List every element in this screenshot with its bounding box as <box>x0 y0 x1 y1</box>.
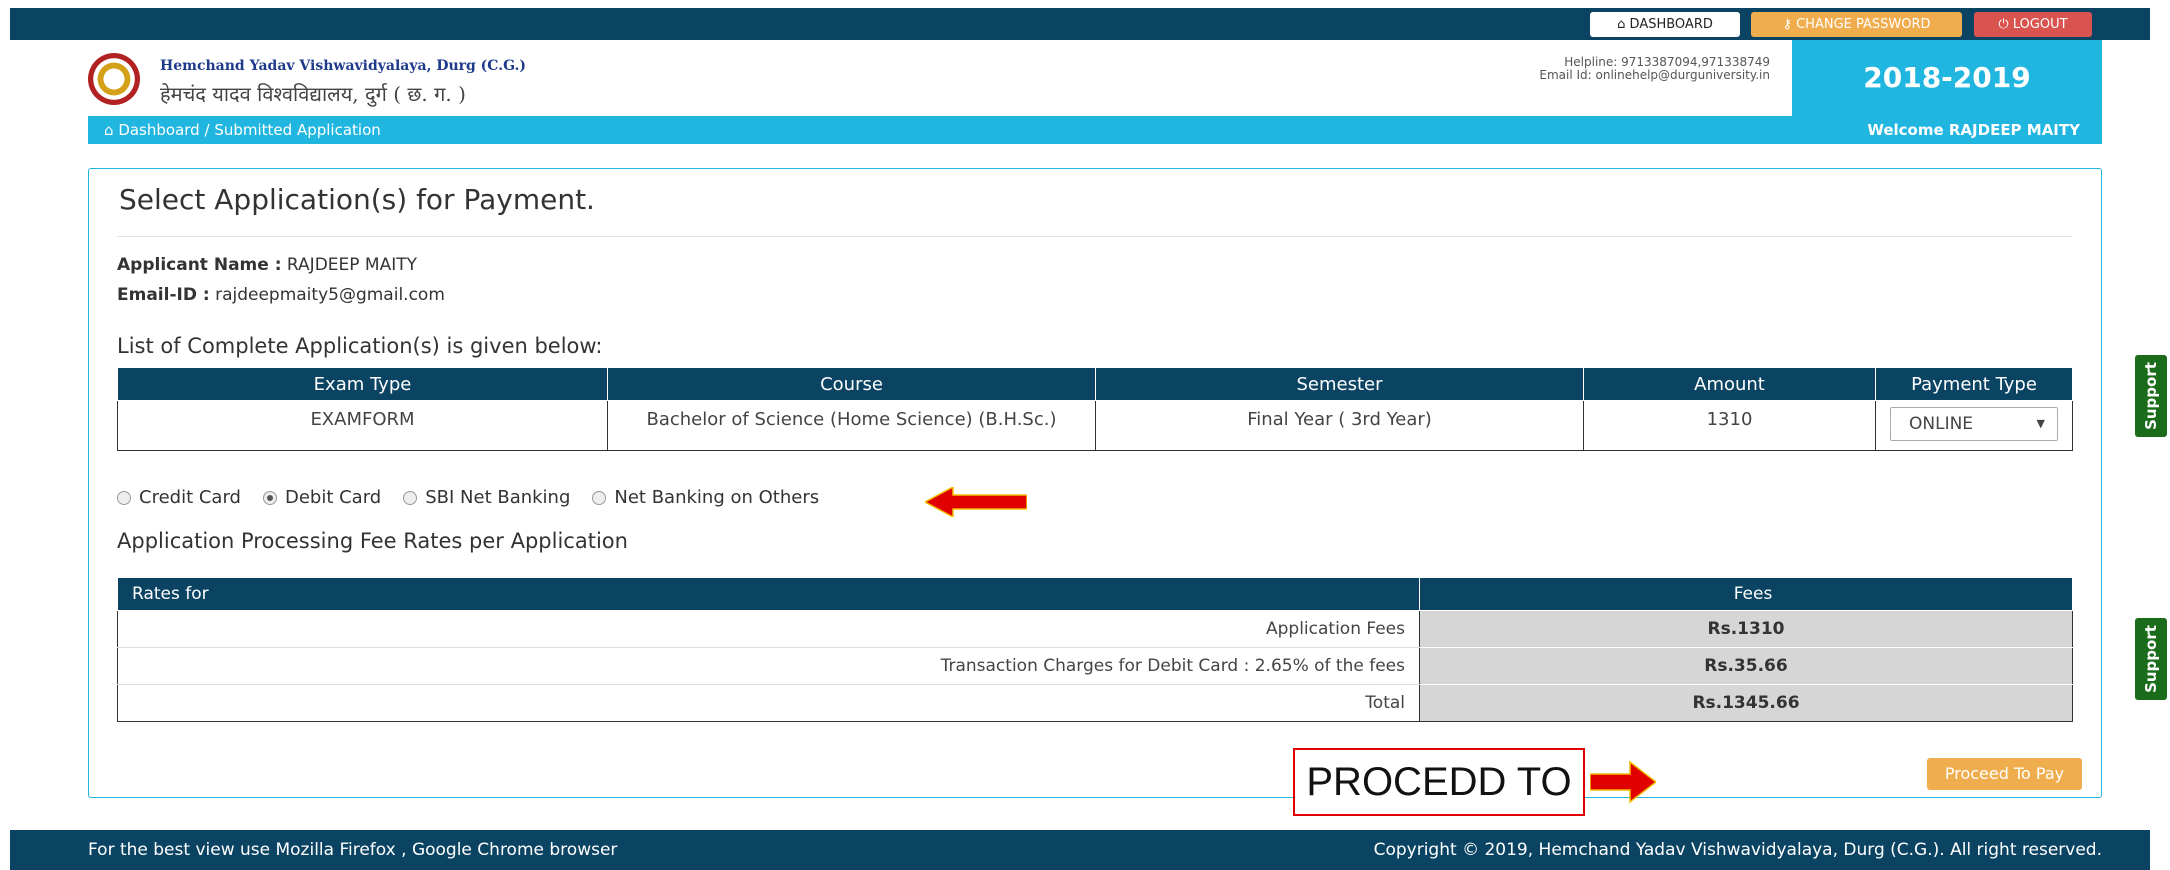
radio-net-banking-others-label: Net Banking on Others <box>614 487 820 508</box>
support-tab-label: Support <box>2142 625 2160 693</box>
change-password-label: CHANGE PASSWORD <box>1796 17 1931 32</box>
helpline-info: Helpline: 9713387094,971338749 Email Id:… <box>1310 56 1770 82</box>
change-password-button[interactable]: ⚷ CHANGE PASSWORD <box>1751 12 1962 37</box>
radio-button-selected-icon[interactable] <box>262 490 277 505</box>
key-icon: ⚷ <box>1782 17 1792 32</box>
cell-exam-type: EXAMFORM <box>117 400 608 451</box>
home-icon: ⌂ <box>104 121 114 139</box>
fee-rates-caption: Application Processing Fee Rates per App… <box>117 529 628 553</box>
table-row: EXAMFORM Bachelor of Science (Home Scien… <box>117 400 2073 451</box>
email-row: Email-ID : rajdeepmaity5@gmail.com <box>117 285 445 305</box>
table-row: Application Fees Rs.1310 <box>117 610 2073 648</box>
fee-value-transaction: Rs.35.66 <box>1419 647 2073 685</box>
chevron-down-icon: ▼ <box>2036 417 2045 430</box>
radio-button-icon[interactable] <box>592 490 607 505</box>
radio-debit-card[interactable]: Debit Card <box>262 487 382 508</box>
support-tab-label: Support <box>2142 362 2160 430</box>
fee-header-row: Rates for Fees <box>117 577 2073 611</box>
cell-amount: 1310 <box>1583 400 1876 451</box>
radio-button-icon[interactable] <box>403 490 418 505</box>
proceed-to-pay-button[interactable]: Proceed To Pay <box>1927 758 2082 790</box>
radio-sbi-net-banking-label: SBI Net Banking <box>425 487 571 508</box>
fee-label-total: Total <box>117 684 1420 722</box>
site-footer: For the best view use Mozilla Firefox , … <box>10 830 2150 870</box>
radio-credit-card-label: Credit Card <box>139 487 241 508</box>
breadcrumb-trail: ⌂ Dashboard / Submitted Application <box>104 116 381 144</box>
annotation-label: PROCEDD TO PAY <box>1293 748 1585 868</box>
applicant-name-label: Applicant Name : <box>117 255 282 275</box>
session-year: 2018-2019 <box>1792 40 2102 116</box>
logout-label: LOGOUT <box>2012 17 2068 32</box>
annotation-arrow-left-icon <box>925 487 1027 517</box>
email-value: rajdeepmaity5@gmail.com <box>215 285 445 305</box>
cell-payment-type: ONLINE ▼ <box>1875 400 2073 451</box>
top-bar: ⌂ DASHBOARD ⚷ CHANGE PASSWORD ⏻ LOGOUT <box>10 8 2150 40</box>
application-list-caption: List of Complete Application(s) is given… <box>117 334 603 358</box>
applications-table: Exam Type Course Semester Amount Payment… <box>117 367 2073 451</box>
footer-browser-note: For the best view use Mozilla Firefox , … <box>88 840 618 860</box>
cell-semester: Final Year ( 3rd Year) <box>1095 400 1584 451</box>
logout-button[interactable]: ⏻ LOGOUT <box>1974 12 2092 37</box>
fee-label-application: Application Fees <box>117 610 1420 648</box>
page-title: Select Application(s) for Payment. <box>119 183 595 216</box>
column-header-fees: Fees <box>1419 577 2073 611</box>
applicant-name-value: RAJDEEP MAITY <box>286 255 417 275</box>
university-name-hindi: हेमचंद यादव विश्वविद्यालय, दुर्ग ( छ. ग.… <box>160 82 466 106</box>
annotation-arrow-right-icon <box>1590 760 1656 804</box>
column-header-amount: Amount <box>1583 367 1876 401</box>
breadcrumb-separator: / <box>204 121 210 139</box>
fee-label-transaction: Transaction Charges for Debit Card : 2.6… <box>117 647 1420 685</box>
fee-value-total: Rs.1345.66 <box>1419 684 2073 722</box>
power-icon: ⏻ <box>1998 17 2009 32</box>
welcome-text: Welcome RAJDEEP MAITY <box>1867 121 2080 139</box>
dashboard-button[interactable]: ⌂ DASHBOARD <box>1590 12 1740 37</box>
cell-course: Bachelor of Science (Home Science) (B.H.… <box>607 400 1096 451</box>
column-header-rates-for: Rates for <box>117 577 1420 611</box>
table-header-row: Exam Type Course Semester Amount Payment… <box>117 367 2073 401</box>
column-header-payment-type: Payment Type <box>1875 367 2073 401</box>
university-logo[interactable] <box>88 53 140 105</box>
dashboard-button-label: DASHBOARD <box>1629 17 1713 32</box>
site-header: Hemchand Yadav Vishwavidyalaya, Durg (C.… <box>10 40 2150 116</box>
payment-panel: Select Application(s) for Payment. Appli… <box>88 168 2102 798</box>
support-tab-top[interactable]: Support <box>2135 355 2167 437</box>
support-tab-bottom[interactable]: Support <box>2135 618 2167 700</box>
breadcrumb-dashboard-link[interactable]: Dashboard <box>118 121 199 139</box>
fee-value-application: Rs.1310 <box>1419 610 2073 648</box>
email-label: Email-ID : <box>117 285 210 305</box>
fee-rates-table: Rates for Fees Application Fees Rs.1310 … <box>117 577 2073 722</box>
radio-sbi-net-banking[interactable]: SBI Net Banking <box>403 487 570 508</box>
university-name-english[interactable]: Hemchand Yadav Vishwavidyalaya, Durg (C.… <box>160 58 526 74</box>
applicant-name-row: Applicant Name : RAJDEEP MAITY <box>117 255 417 275</box>
payment-type-select[interactable]: ONLINE ▼ <box>1890 407 2058 441</box>
table-row: Transaction Charges for Debit Card : 2.6… <box>117 647 2073 685</box>
table-row: Total Rs.1345.66 <box>117 684 2073 722</box>
breadcrumb: ⌂ Dashboard / Submitted Application Welc… <box>88 116 2102 144</box>
breadcrumb-current: Submitted Application <box>214 121 381 139</box>
column-header-exam-type: Exam Type <box>117 367 608 401</box>
title-divider <box>117 236 2072 237</box>
radio-credit-card[interactable]: Credit Card <box>117 487 241 508</box>
radio-button-icon[interactable] <box>117 490 131 505</box>
helpline-email: Email Id: onlinehelp@durguniversity.in <box>1539 68 1770 82</box>
page: ⌂ DASHBOARD ⚷ CHANGE PASSWORD ⏻ LOGOUT H… <box>10 0 2167 870</box>
home-icon: ⌂ <box>1617 17 1626 32</box>
footer-copyright: Copyright © 2019, Hemchand Yadav Vishwav… <box>1373 840 2102 860</box>
radio-net-banking-others[interactable]: Net Banking on Others <box>592 487 819 508</box>
payment-method-group: Credit Card Debit Card SBI Net Banking N… <box>117 487 841 508</box>
radio-debit-card-label: Debit Card <box>284 487 382 508</box>
payment-type-value: ONLINE <box>1909 414 1974 434</box>
column-header-semester: Semester <box>1095 367 1584 401</box>
column-header-course: Course <box>607 367 1096 401</box>
